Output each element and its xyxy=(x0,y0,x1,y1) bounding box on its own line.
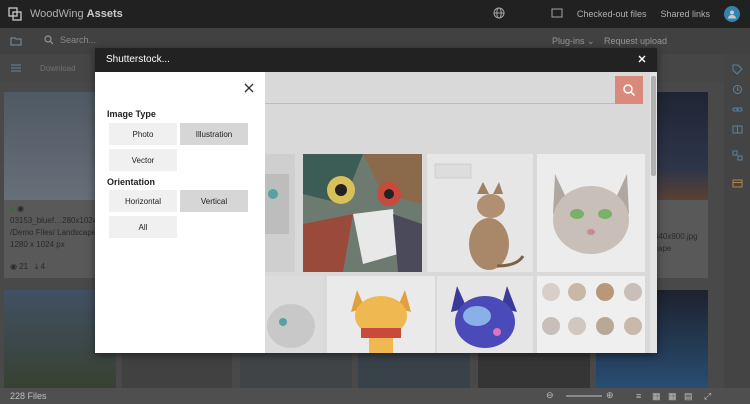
result-thumbnail[interactable] xyxy=(427,154,533,272)
search-icon xyxy=(623,84,636,97)
orientation-vertical-option[interactable]: Vertical xyxy=(180,190,248,212)
result-thumbnail[interactable] xyxy=(437,276,533,353)
result-thumbnail[interactable] xyxy=(327,276,435,353)
image-type-illustration-option[interactable]: Illustration xyxy=(180,123,248,145)
filter-panel-close-icon[interactable] xyxy=(243,82,255,94)
result-thumbnail[interactable] xyxy=(303,154,422,272)
image-type-vector-option[interactable]: Vector xyxy=(109,149,177,171)
result-thumbnail[interactable] xyxy=(537,154,645,272)
shutterstock-search-button[interactable] xyxy=(615,76,643,104)
dialog-header: Shutterstock... xyxy=(95,48,657,72)
orientation-horizontal-option[interactable]: Horizontal xyxy=(109,190,177,212)
image-type-photo-option[interactable]: Photo xyxy=(109,123,177,145)
shutterstock-dialog: Shutterstock... Image Type Photo Illustr… xyxy=(95,48,657,353)
results-scrollbar-thumb[interactable] xyxy=(651,76,656,176)
orientation-label: Orientation xyxy=(107,177,156,187)
orientation-all-option[interactable]: All xyxy=(109,216,177,238)
dialog-title: Shutterstock... xyxy=(106,54,170,65)
dialog-close-icon[interactable] xyxy=(637,54,647,64)
shutterstock-search-input[interactable] xyxy=(265,78,615,104)
shutterstock-results xyxy=(265,72,657,353)
result-thumbnail[interactable] xyxy=(265,276,323,353)
result-thumbnail[interactable] xyxy=(265,154,295,272)
filter-panel: Image Type Photo Illustration Vector Ori… xyxy=(95,72,265,353)
image-type-label: Image Type xyxy=(107,109,156,119)
result-thumbnail[interactable] xyxy=(537,276,645,353)
